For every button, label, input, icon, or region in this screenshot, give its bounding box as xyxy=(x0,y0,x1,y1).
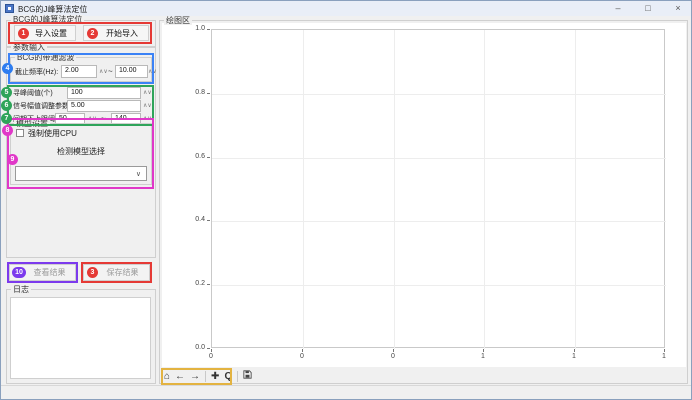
title-bar: BCG的J峰算法定位 – □ × xyxy=(1,1,692,16)
toolbar-divider xyxy=(237,371,238,382)
annotation-badge-8: 8 xyxy=(2,125,13,136)
y-tick-label: 0.2 xyxy=(187,280,205,287)
app-icon xyxy=(5,4,14,13)
gridline xyxy=(212,94,666,95)
tick-mark xyxy=(207,93,210,94)
tick-mark xyxy=(393,349,394,352)
cutoff-low-input[interactable]: 2.00 xyxy=(61,65,97,78)
annotation-badge-7: 7 xyxy=(1,113,12,124)
y-tick-label: 0.4 xyxy=(187,216,205,223)
close-button[interactable]: × xyxy=(663,1,692,16)
y-tick-label: 1.0 xyxy=(187,25,205,32)
x-tick-label: 0 xyxy=(292,353,312,360)
annotation-badge-6: 6 xyxy=(1,100,12,111)
y-tick-label: 0.8 xyxy=(187,89,205,96)
tick-mark xyxy=(574,349,575,352)
tick-mark xyxy=(207,220,210,221)
plot-groupbox-label: 绘图区 xyxy=(164,16,192,25)
main-groupbox-label: BCG的J峰算法定位 xyxy=(11,15,84,24)
x-tick-label: 1 xyxy=(564,353,584,360)
bandpass-groupbox-label: BCG的带通滤波 xyxy=(15,53,76,62)
log-groupbox-label: 日志 xyxy=(11,285,31,294)
app-window: BCG的J峰算法定位 – □ × BCG的J峰算法定位 导入设置 开始导入 1 … xyxy=(0,0,692,400)
peak-threshold-label: 寻峰阈值(个) xyxy=(13,89,53,98)
range-separator: ~ xyxy=(108,67,113,76)
cutoff-frequency-label: 截止频率(Hz): xyxy=(15,68,58,77)
gridline xyxy=(303,30,304,349)
range-separator: ~ xyxy=(101,114,106,123)
annotation-badge-2: 2 xyxy=(87,28,98,39)
spinner-up-down-icon[interactable]: ∧∨ xyxy=(99,68,108,76)
annotation-badge-10: 10 xyxy=(12,267,26,278)
gridline xyxy=(212,221,666,222)
model-select-combobox[interactable]: ∨ xyxy=(15,166,147,181)
status-bar: 0% xyxy=(1,385,692,400)
y-tick-label: 0.6 xyxy=(187,153,205,160)
save-icon[interactable] xyxy=(243,370,252,383)
tick-mark xyxy=(302,349,303,352)
plot-axes[interactable] xyxy=(211,29,665,348)
x-tick-label: 0 xyxy=(201,353,221,360)
home-icon[interactable]: ⌂ xyxy=(164,370,170,383)
x-tick-label: 1 xyxy=(473,353,493,360)
maximize-button[interactable]: □ xyxy=(633,1,663,16)
toolbar-divider xyxy=(205,371,206,382)
y-tick-label: 0.0 xyxy=(187,344,205,351)
tick-mark xyxy=(664,349,665,352)
gridline xyxy=(212,285,666,286)
forward-icon[interactable]: → xyxy=(190,370,200,383)
annotation-badge-1: 1 xyxy=(18,28,29,39)
tick-mark xyxy=(207,284,210,285)
model-groupbox-label: 模型设置 xyxy=(14,119,50,128)
tick-mark xyxy=(207,157,210,158)
tick-mark xyxy=(207,29,210,30)
amplitude-param-label: 信号幅值调整参数 xyxy=(13,102,69,111)
model-select-label: 检测模型选择 xyxy=(10,146,152,157)
tick-mark xyxy=(483,349,484,352)
annotation-badge-4: 4 xyxy=(2,63,13,74)
pan-icon[interactable]: ✚ xyxy=(211,370,219,383)
annotation-badge-5: 5 xyxy=(1,87,12,98)
chevron-down-icon[interactable]: ∨ xyxy=(136,170,141,178)
params-groupbox-label: 参数输入 xyxy=(11,43,47,52)
force-cpu-checkbox[interactable] xyxy=(16,129,24,137)
spinner-up-down-icon[interactable]: ∧∨ xyxy=(143,89,152,97)
zoom-icon[interactable]: Q xyxy=(224,370,232,383)
peak-threshold-input[interactable]: 100 xyxy=(67,87,141,99)
spinner-up-down-icon[interactable]: ∧∨ xyxy=(148,68,157,76)
annotation-badge-9: 9 xyxy=(7,154,18,165)
spinner-up-down-icon[interactable]: ∧∨ xyxy=(88,115,97,123)
gridline xyxy=(212,158,666,159)
spinner-up-down-icon[interactable]: ∧∨ xyxy=(143,102,152,110)
amplitude-param-input[interactable]: 5.00 xyxy=(67,100,141,112)
window-title: BCG的J峰算法定位 xyxy=(18,4,87,15)
gridline xyxy=(484,30,485,349)
plot-toolbar: ⌂ ← → ✚ Q xyxy=(164,369,252,384)
gridline xyxy=(575,30,576,349)
back-icon[interactable]: ← xyxy=(175,370,185,383)
gridline xyxy=(394,30,395,349)
tick-mark xyxy=(207,348,210,349)
spinner-up-down-icon[interactable]: ∧∨ xyxy=(143,115,152,123)
annotation-badge-3: 3 xyxy=(87,267,98,278)
tick-mark xyxy=(211,349,212,352)
x-tick-label: 0 xyxy=(383,353,403,360)
minimize-button[interactable]: – xyxy=(603,1,633,16)
force-cpu-label: 强制使用CPU xyxy=(28,129,77,138)
cutoff-high-input[interactable]: 10.00 xyxy=(115,65,148,78)
x-tick-label: 1 xyxy=(654,353,674,360)
log-textarea[interactable] xyxy=(10,297,151,379)
